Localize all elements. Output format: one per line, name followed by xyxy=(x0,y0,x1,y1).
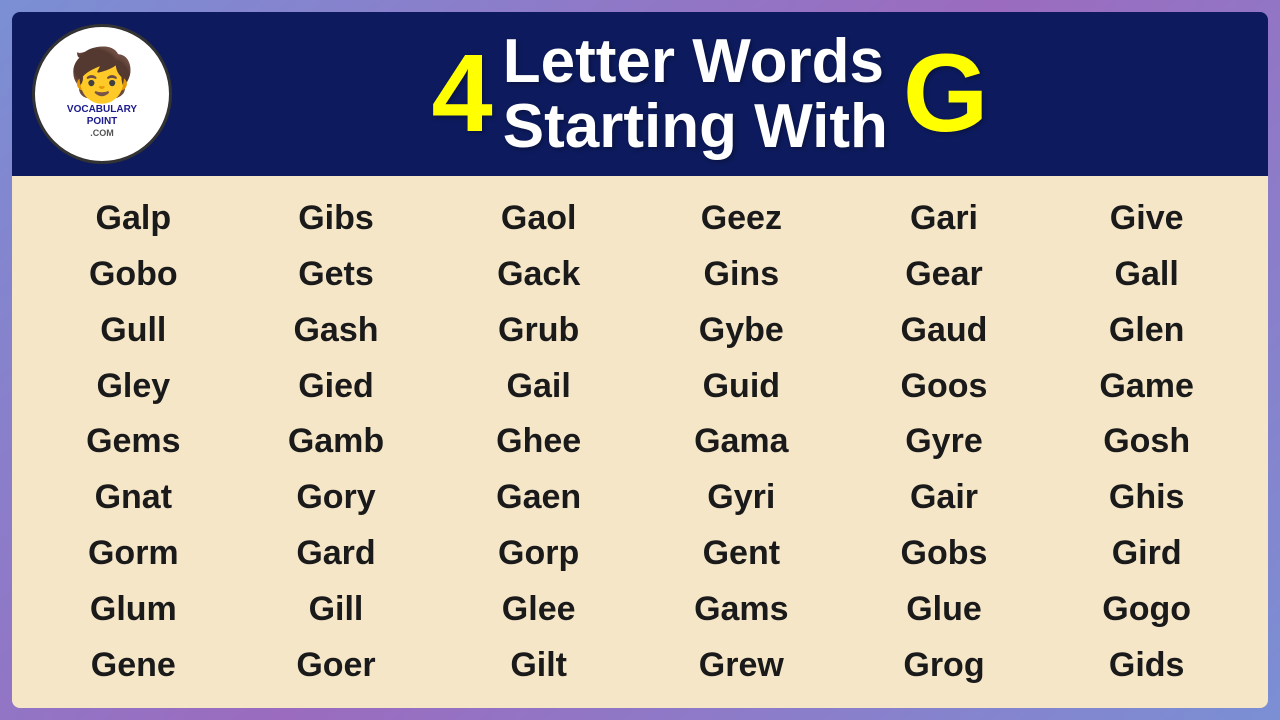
word-cell: Gogo xyxy=(1045,581,1248,637)
word-grid: GalpGibsGaolGeezGariGive GoboGetsGackGins… xyxy=(12,176,1268,708)
word-cell: Gull xyxy=(32,303,235,359)
word-cell: Grog xyxy=(843,637,1046,693)
word-cell: Goos xyxy=(843,358,1046,414)
word-cell: Grew xyxy=(640,637,843,693)
word-cell: Gent xyxy=(640,526,843,582)
word-cell: Gamb xyxy=(235,414,438,470)
word-cell: Gird xyxy=(1045,526,1248,582)
word-cell: Gill xyxy=(235,581,438,637)
word-cell: Gets xyxy=(235,247,438,303)
title-text-block: Letter Words Starting With xyxy=(503,29,888,159)
word-cell: Give xyxy=(1045,191,1248,247)
title-line2: Starting With xyxy=(503,94,888,159)
word-cell: Gosh xyxy=(1045,414,1248,470)
word-cell: Gair xyxy=(843,470,1046,526)
word-cell: Gids xyxy=(1045,637,1248,693)
word-cell: Ghee xyxy=(437,414,640,470)
word-cell: Gear xyxy=(843,247,1046,303)
word-cell: Gail xyxy=(437,358,640,414)
title-number: 4 xyxy=(432,39,493,149)
word-cell: Gyri xyxy=(640,470,843,526)
word-cell: Gard xyxy=(235,526,438,582)
logo-text-line1: VOCABULARY xyxy=(67,104,137,116)
word-cell: Grub xyxy=(437,303,640,359)
logo-text-line3: .COM xyxy=(90,128,114,138)
word-cell: Gaol xyxy=(437,191,640,247)
logo: 🧒 VOCABULARY POINT .COM xyxy=(32,24,172,164)
word-cell: Gene xyxy=(32,637,235,693)
word-cell: Gobs xyxy=(843,526,1046,582)
word-cell: Gash xyxy=(235,303,438,359)
word-cell: Gaen xyxy=(437,470,640,526)
word-cell: Gems xyxy=(32,414,235,470)
word-cell: Glee xyxy=(437,581,640,637)
logo-mascot: 🧒 xyxy=(70,50,135,102)
word-cell: Ghis xyxy=(1045,470,1248,526)
word-cell: Glen xyxy=(1045,303,1248,359)
word-cell: Gorp xyxy=(437,526,640,582)
word-cell: Gyre xyxy=(843,414,1046,470)
page-wrapper: 🧒 VOCABULARY POINT .COM 4 Letter Words S… xyxy=(0,0,1280,720)
word-cell: Gybe xyxy=(640,303,843,359)
word-cell: Gied xyxy=(235,358,438,414)
word-cell: Gari xyxy=(843,191,1046,247)
word-cell: Glum xyxy=(32,581,235,637)
word-cell: Gley xyxy=(32,358,235,414)
word-cell: Gobo xyxy=(32,247,235,303)
word-cell: Gins xyxy=(640,247,843,303)
word-cell: Geez xyxy=(640,191,843,247)
word-cell: Gibs xyxy=(235,191,438,247)
word-cell: Gory xyxy=(235,470,438,526)
word-cell: Glue xyxy=(843,581,1046,637)
title-letter: G xyxy=(903,39,989,149)
header-title: 4 Letter Words Starting With G xyxy=(172,29,1248,159)
word-cell: Galp xyxy=(32,191,235,247)
word-cell: Gnat xyxy=(32,470,235,526)
word-cell: Game xyxy=(1045,358,1248,414)
title-line1: Letter Words xyxy=(503,29,888,94)
logo-text-line2: POINT xyxy=(87,116,118,128)
word-cell: Gorm xyxy=(32,526,235,582)
word-cell: Gack xyxy=(437,247,640,303)
word-cell: Goer xyxy=(235,637,438,693)
word-cell: Gaud xyxy=(843,303,1046,359)
header: 🧒 VOCABULARY POINT .COM 4 Letter Words S… xyxy=(12,12,1268,176)
word-cell: Gilt xyxy=(437,637,640,693)
word-cell: Guid xyxy=(640,358,843,414)
word-cell: Gall xyxy=(1045,247,1248,303)
word-cell: Gams xyxy=(640,581,843,637)
word-cell: Gama xyxy=(640,414,843,470)
